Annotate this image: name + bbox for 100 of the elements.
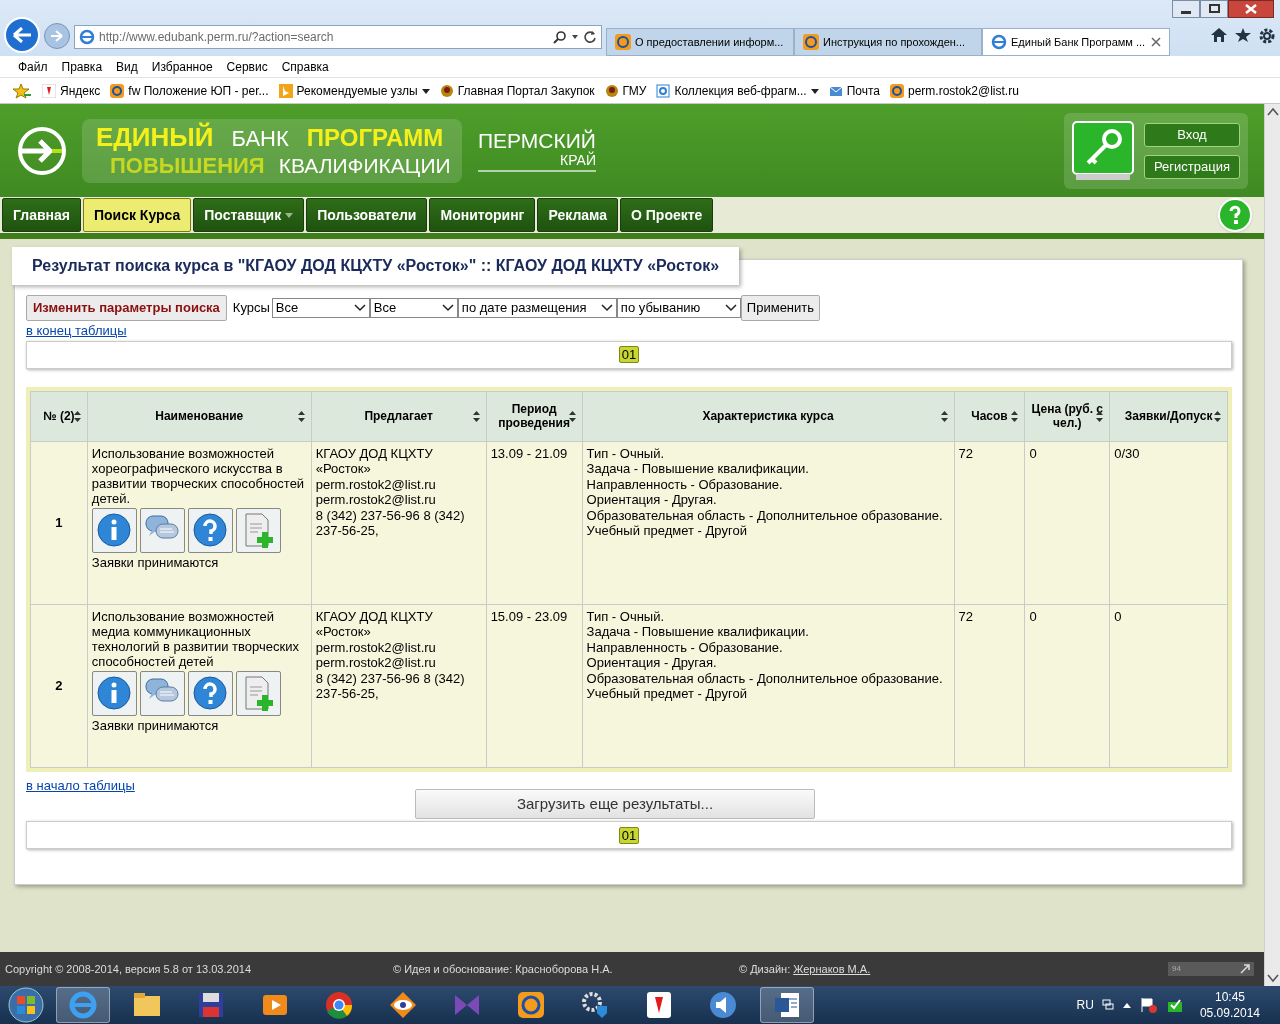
back-arrow-icon <box>12 27 32 43</box>
designer-link[interactable]: Жернаков М.А. <box>793 960 871 978</box>
column-header[interactable]: Наименование <box>155 409 244 423</box>
info-button[interactable] <box>91 670 137 716</box>
feature-text: Образовательная область - Дополнительное образование. <box>586 670 944 686</box>
help-button[interactable] <box>1218 198 1252 232</box>
ie-page-icon <box>991 34 1007 50</box>
page-button[interactable]: 01 <box>618 346 640 363</box>
menu-item[interactable]: Файл <box>18 57 48 76</box>
sort-icon <box>297 410 305 422</box>
logo-text: ПОВЫШЕНИЯ <box>110 152 265 179</box>
question-icon <box>192 512 229 548</box>
close-icon <box>1151 37 1161 47</box>
nav-tab[interactable]: Главная <box>2 198 81 232</box>
menu-item[interactable]: Вид <box>116 57 138 76</box>
nav-tab[interactable]: Реклама <box>537 198 618 232</box>
favorites-link[interactable]: Коллекция веб-фрагм... <box>674 81 807 100</box>
credit-text: © Идея и обоснование: Красноборова Н.А. <box>393 961 614 977</box>
apply-button[interactable]: Применить <box>740 295 821 321</box>
address-field[interactable]: http://www.edubank.perm.ru/?action=search <box>74 25 602 49</box>
bing-logo-icon <box>278 83 293 98</box>
info-button[interactable] <box>91 507 137 553</box>
column-header[interactable]: Характеристика курса <box>702 409 834 423</box>
start-button[interactable] <box>6 987 46 1023</box>
flag-error-icon <box>1139 996 1158 1014</box>
page-button[interactable]: 01 <box>618 826 640 844</box>
course-name: Использование возможностей медиа коммуникационных технологий в развитии творческих способностей детей <box>91 608 300 669</box>
taskbar-app-button[interactable] <box>760 987 814 1023</box>
price-cell: 0 <box>1024 604 1110 767</box>
column-header[interactable]: № (2) <box>43 409 75 423</box>
clock-date[interactable]: 05.09.2014 <box>1199 1005 1260 1021</box>
yandex-logo-icon <box>42 83 56 98</box>
clock-time[interactable]: 10:45 <box>1214 989 1245 1005</box>
region-text: КРАЙ <box>560 151 596 168</box>
dropdown-field[interactable]: Все <box>271 298 370 318</box>
chat-bubbles-button[interactable] <box>139 507 185 553</box>
feature-text: Учебный предмет - Другой <box>586 686 748 702</box>
logo-text: ЕДИНЫЙ <box>96 122 214 151</box>
refresh-icon <box>583 30 597 44</box>
tray-arrow-icon <box>1121 1001 1132 1009</box>
register-button[interactable]: Регистрация <box>1144 154 1240 179</box>
menu-item[interactable]: Избранное <box>151 57 213 76</box>
nav-tab[interactable]: О Проекте <box>620 198 714 232</box>
favorites-link[interactable]: Яндекс <box>60 81 101 100</box>
chat-bubbles-button[interactable] <box>139 670 185 716</box>
end-of-table-link[interactable]: в конец таблицы <box>26 321 127 341</box>
sort-icon <box>472 410 480 422</box>
language-indicator[interactable]: RU <box>1076 996 1094 1014</box>
favorites-link[interactable]: Рекомендуемые узлы <box>296 81 418 100</box>
browser-tab[interactable]: Инструкция по прохожден... <box>794 28 982 56</box>
close-icon <box>1228 0 1274 18</box>
change-search-button[interactable]: Изменить параметры поиска <box>26 295 227 321</box>
dropdown-field[interactable]: по убыванию <box>616 298 741 318</box>
browser-tab[interactable]: О предоставлении информ... <box>606 28 794 56</box>
page-title: Результат поиска курса в "КГАОУ ДОД КЦХТУ «Росток»" :: КГАОУ ДОД КЦХТУ «Росток» <box>12 247 740 285</box>
feature-text: Направленность - Образование. <box>586 476 784 492</box>
favorites-link[interactable]: ГМУ <box>622 81 647 100</box>
keyboard-layout-icon <box>1101 999 1114 1011</box>
provider-text: КГАОУ ДОД КЦХТУ <box>315 445 434 461</box>
load-more-button[interactable]: Загрузить еще результаты... <box>415 789 815 819</box>
forward-arrow-icon <box>50 30 64 42</box>
forward-button[interactable] <box>44 23 70 49</box>
scrollbar[interactable] <box>1264 104 1280 986</box>
login-button[interactable]: Вход <box>1144 122 1240 147</box>
start-of-table-link[interactable]: в начало таблицы <box>26 775 135 795</box>
windows-logo-icon <box>8 987 44 1023</box>
info-icon <box>96 512 133 548</box>
provider-text: 8 (342) 237-56-96 8 (342) <box>315 670 466 686</box>
arrow-logo-icon <box>16 124 68 177</box>
menu-item[interactable]: Правка <box>61 57 103 76</box>
provider-text: «Росток» <box>315 461 372 477</box>
favorites-link[interactable]: fw Положение ЮП - per... <box>128 81 269 100</box>
column-header[interactable]: Часов <box>971 409 1008 423</box>
browser-tab[interactable]: Единый Банк Программ ... <box>982 28 1170 56</box>
document-add-button[interactable] <box>235 670 281 716</box>
feature-text: Направленность - Образование. <box>586 639 784 655</box>
nav-tab[interactable]: Мониторинг <box>429 198 536 232</box>
favorites-link[interactable]: Главная Портал Закупок <box>457 81 595 100</box>
question-button[interactable] <box>187 507 233 553</box>
document-add-button[interactable] <box>235 507 281 553</box>
column-header[interactable]: Предлагает <box>364 409 433 423</box>
menu-item[interactable]: Сервис <box>226 57 268 76</box>
favorites-link[interactable]: perm.rostok2@list.ru <box>907 81 1019 100</box>
favorites-star-icon <box>12 82 32 99</box>
provider-text: perm.rostok2@list.ru <box>315 476 437 492</box>
info-icon <box>96 675 133 711</box>
favorites-link[interactable]: Почта <box>846 81 880 100</box>
question-button[interactable] <box>187 670 233 716</box>
menu-item[interactable]: Справка <box>281 57 329 76</box>
back-button[interactable] <box>4 17 40 53</box>
feature-text: Тип - Очный. <box>586 445 666 461</box>
nav-tab[interactable]: Поставщик <box>193 198 305 232</box>
counter-text: 94 <box>1172 963 1181 975</box>
feature-text: Задача - Повышение квалификации. <box>586 624 810 640</box>
nav-tab[interactable]: Поиск Курса <box>82 198 192 232</box>
nav-tab[interactable]: Пользователи <box>306 198 428 232</box>
hours-cell: 72 <box>954 604 1025 767</box>
dropdown-field[interactable]: Все <box>369 298 458 318</box>
provider-text: perm.rostok2@list.ru <box>315 492 437 508</box>
dropdown-field[interactable]: по дате размещения <box>457 298 617 318</box>
